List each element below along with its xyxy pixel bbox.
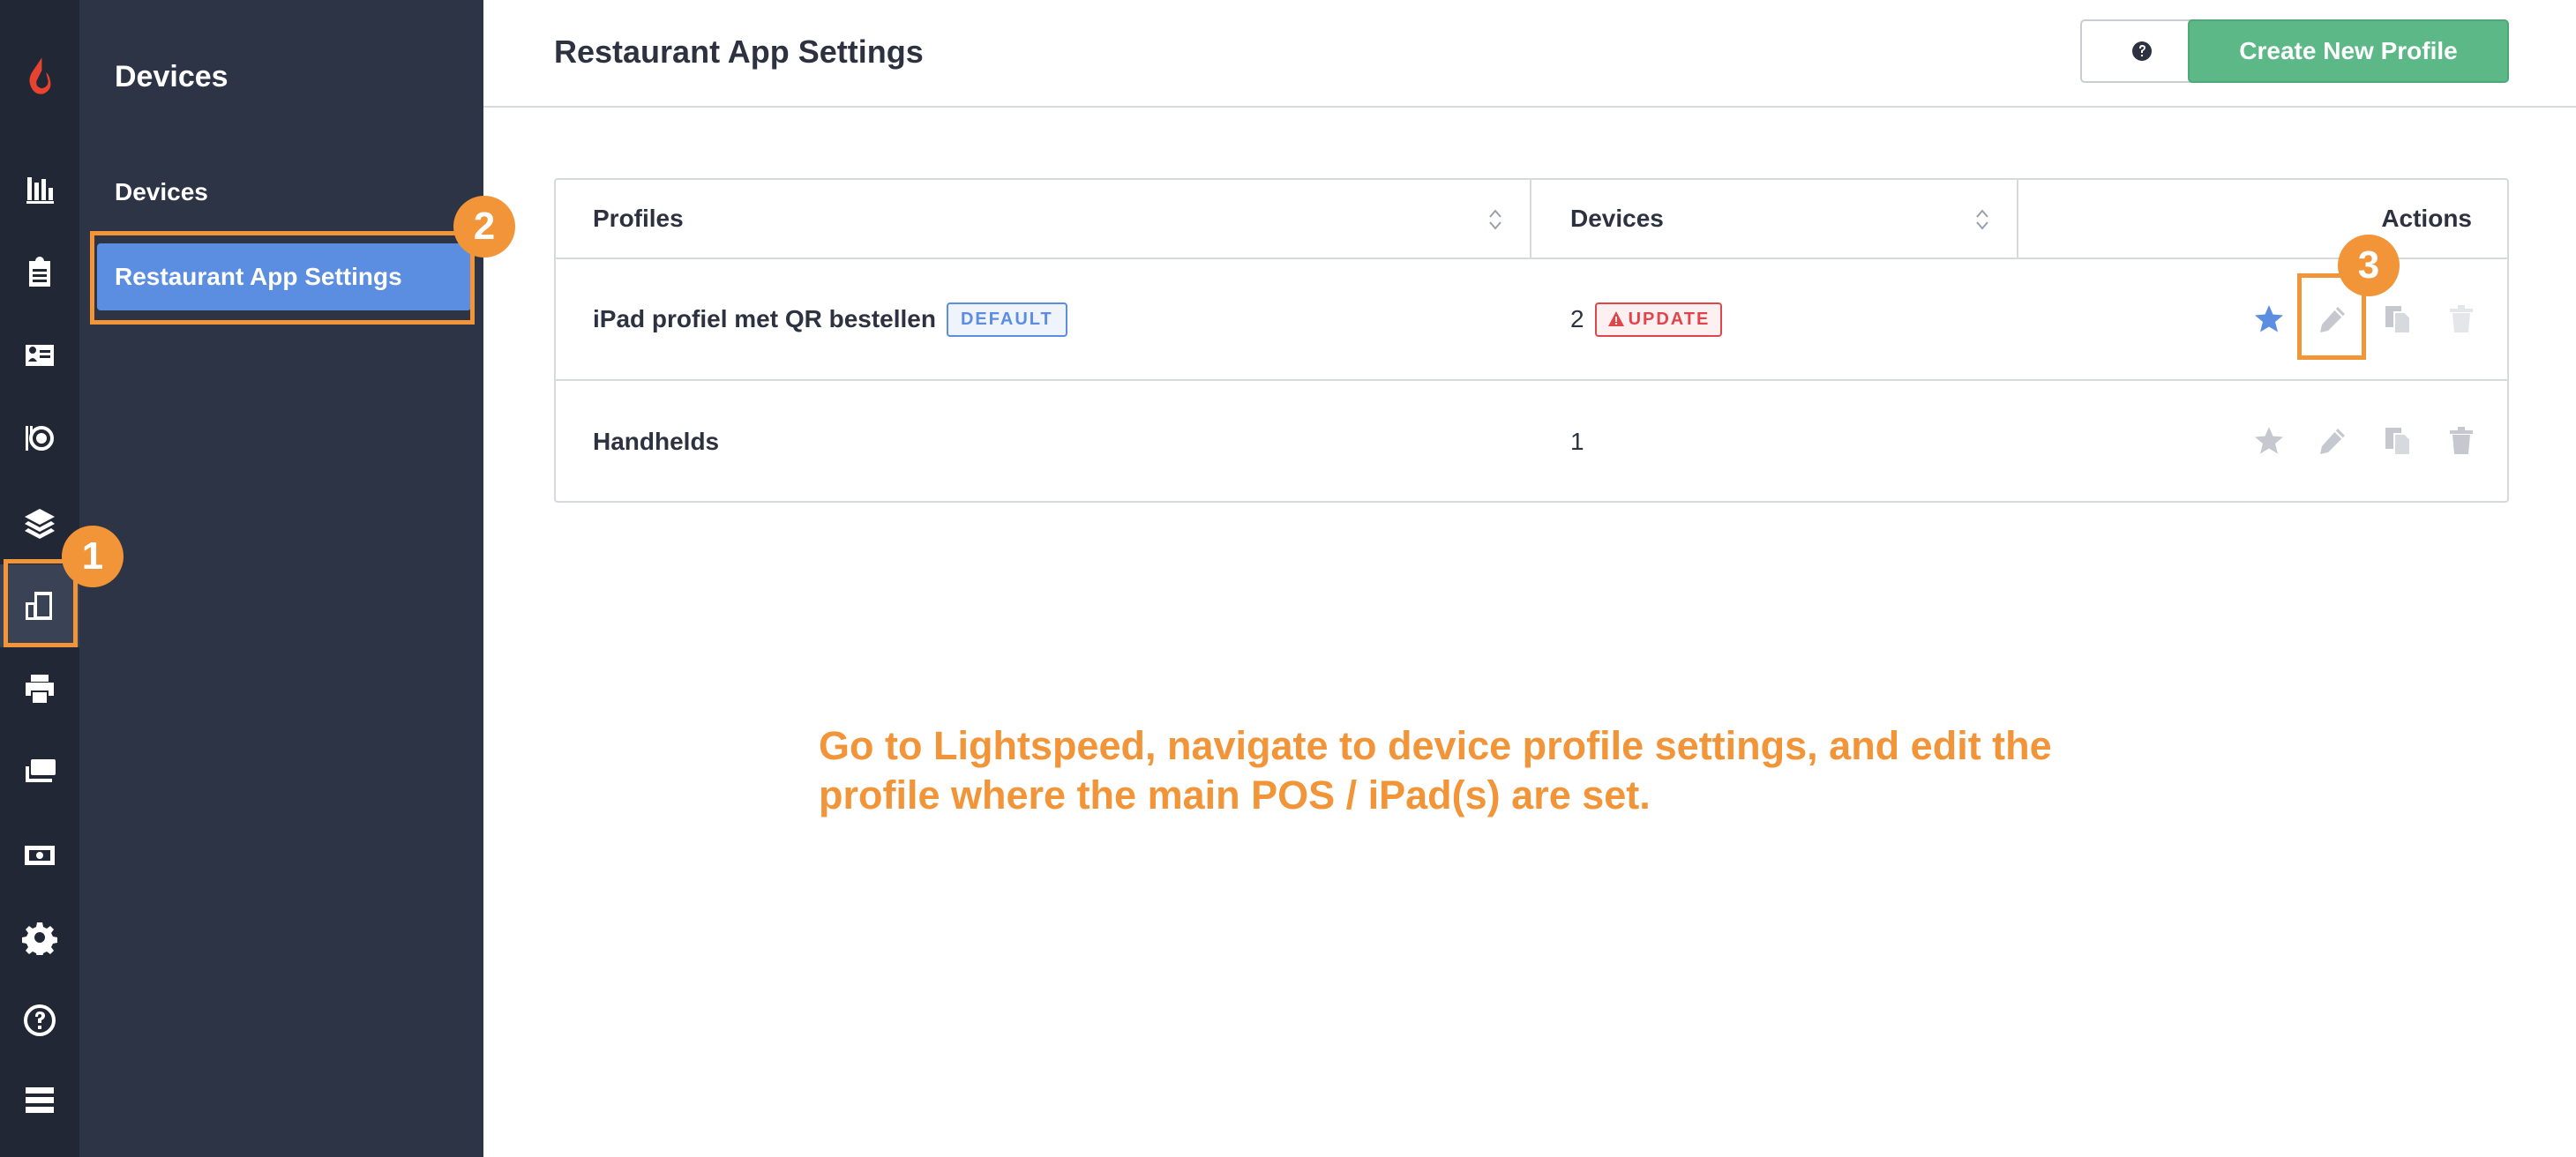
star-icon[interactable] bbox=[2251, 423, 2287, 459]
highlight-box-step2 bbox=[90, 231, 475, 325]
copy-icon[interactable] bbox=[2380, 423, 2415, 459]
question-icon bbox=[2132, 41, 2152, 61]
page-header: Restaurant App Settings Create New Profi… bbox=[483, 0, 2576, 108]
column-header-devices[interactable]: Devices bbox=[1570, 180, 1664, 258]
pencil-icon[interactable] bbox=[2315, 423, 2350, 459]
sidebar-section-title: Devices bbox=[115, 60, 228, 93]
gear-icon[interactable] bbox=[0, 896, 79, 979]
printer-icon[interactable] bbox=[0, 647, 79, 730]
profiles-table: Profiles Devices Actions iPad profiel me… bbox=[554, 178, 2509, 503]
profile-name: iPad profiel met QR bestellen bbox=[593, 305, 936, 332]
profile-name: Handhelds bbox=[593, 428, 720, 455]
create-new-profile-button[interactable]: Create New Profile bbox=[2188, 19, 2509, 83]
column-divider bbox=[2017, 180, 2018, 258]
sort-icon[interactable] bbox=[1487, 206, 1503, 233]
column-header-profiles[interactable]: Profiles bbox=[593, 180, 684, 258]
device-count-cell: 1 bbox=[1570, 381, 1584, 503]
payments-icon[interactable] bbox=[0, 730, 79, 813]
dining-icon[interactable] bbox=[0, 397, 79, 480]
warning-icon bbox=[1607, 311, 1624, 326]
row-divider bbox=[556, 379, 2507, 381]
step-badge-2: 2 bbox=[453, 196, 515, 258]
star-icon[interactable] bbox=[2251, 302, 2287, 337]
server-icon[interactable] bbox=[0, 1058, 79, 1141]
clipboard-icon[interactable] bbox=[0, 231, 79, 314]
device-count: 2 bbox=[1570, 305, 1584, 332]
step-badge-1: 1 bbox=[62, 526, 124, 587]
customer-card-icon[interactable] bbox=[0, 314, 79, 397]
update-label: UPDATE bbox=[1628, 309, 1711, 329]
reports-icon[interactable] bbox=[0, 148, 79, 231]
copy-icon[interactable] bbox=[2380, 302, 2415, 337]
help-button[interactable] bbox=[2080, 19, 2204, 83]
cash-icon[interactable] bbox=[0, 813, 79, 896]
page-title: Restaurant App Settings bbox=[554, 34, 924, 70]
update-badge[interactable]: UPDATE bbox=[1594, 302, 1723, 337]
column-header-actions: Actions bbox=[2381, 205, 2472, 232]
trash-icon[interactable] bbox=[2444, 423, 2479, 459]
sort-icon[interactable] bbox=[1974, 206, 1990, 233]
default-badge: DEFAULT bbox=[946, 302, 1067, 337]
trash-icon[interactable] bbox=[2444, 302, 2479, 337]
step-badge-3: 3 bbox=[2338, 235, 2400, 296]
table-row[interactable]: Handhelds bbox=[593, 381, 719, 503]
instruction-text: Go to Lightspeed, navigate to device pro… bbox=[819, 723, 2052, 817]
lightspeed-logo[interactable] bbox=[0, 35, 79, 118]
sub-sidebar: Devices Devices Restaurant App Settings bbox=[79, 0, 483, 1157]
app-root: Devices Devices Restaurant App Settings … bbox=[0, 0, 2576, 1157]
help-icon[interactable] bbox=[0, 979, 79, 1062]
device-count-cell: 2 UPDATE bbox=[1570, 259, 1723, 379]
sidebar-item-devices[interactable]: Devices bbox=[115, 178, 208, 206]
table-row[interactable]: iPad profiel met QR bestellen DEFAULT bbox=[593, 259, 1067, 379]
column-divider bbox=[1530, 180, 1531, 258]
device-count: 1 bbox=[1570, 428, 1584, 455]
